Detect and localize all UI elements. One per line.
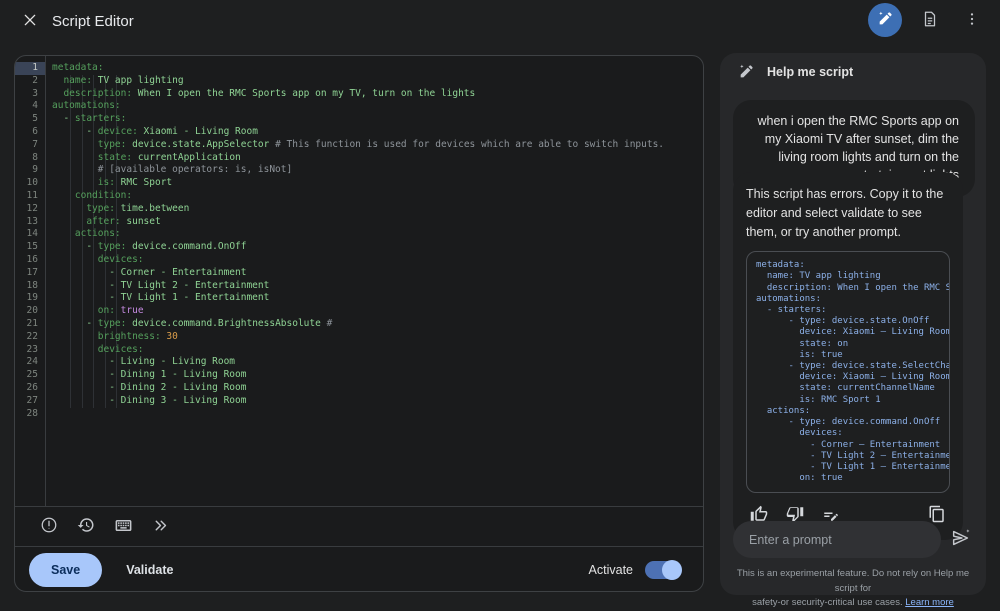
editor-line: 25 - Dining 1 - Living Room — [15, 369, 703, 382]
document-button[interactable] — [916, 6, 944, 34]
editor-line: 20 on: true — [15, 305, 703, 318]
editor-line: 2 name: TV app lighting — [15, 75, 703, 88]
editor-panel: 1metadata:2 name: TV app lighting3 descr… — [14, 55, 704, 592]
help-me-script-panel: Help me script when i open the RMC Sport… — [720, 53, 986, 595]
prompt-input[interactable] — [733, 521, 941, 558]
learn-more-link[interactable]: Learn more — [905, 597, 954, 608]
overflow-menu-button[interactable] — [958, 6, 986, 34]
editor-line: 16 devices: — [15, 254, 703, 267]
editor-line: 28 — [15, 408, 703, 421]
editor-line: 11 condition: — [15, 190, 703, 203]
history-button[interactable] — [74, 515, 98, 539]
editor-line: 4automations: — [15, 100, 703, 113]
validate-button[interactable]: Validate — [126, 563, 173, 577]
save-button[interactable]: Save — [29, 553, 102, 587]
editor-line: 6 - device: Xiaomi - Living Room — [15, 126, 703, 139]
editor-line: 27 - Dining 3 - Living Room — [15, 395, 703, 408]
activate-toggle[interactable] — [645, 561, 681, 579]
experimental-disclaimer: This is an experimental feature. Do not … — [728, 567, 978, 611]
editor-line: 18 - TV Light 2 - Entertainment — [15, 280, 703, 293]
problems-button[interactable] — [37, 515, 61, 539]
editor-footer: Save Validate Activate — [15, 546, 703, 592]
assistant-response-text: This script has errors. Copy it to the e… — [746, 185, 950, 241]
code-editor[interactable]: 1metadata:2 name: TV app lighting3 descr… — [15, 56, 703, 506]
editor-line: 23 devices: — [15, 344, 703, 357]
editor-line: 13 after: sunset — [15, 216, 703, 229]
close-button[interactable] — [18, 9, 42, 33]
editor-line: 24 - Living - Living Room — [15, 356, 703, 369]
assistant-header: Help me script — [737, 63, 853, 81]
assistant-title: Help me script — [767, 65, 853, 79]
editor-line: 3 description: When I open the RMC Sport… — [15, 88, 703, 101]
editor-line: 7 type: device.state.AppSelector # This … — [15, 139, 703, 152]
close-icon — [22, 12, 38, 31]
generated-script-code-block: metadata: name: TV app lighting descript… — [746, 251, 950, 493]
editor-line: 21 - type: device.command.BrightnessAbso… — [15, 318, 703, 331]
info-icon — [40, 516, 58, 537]
pen-spark-icon — [737, 63, 755, 81]
keyboard-icon — [114, 516, 133, 538]
keyboard-button[interactable] — [111, 515, 135, 539]
editor-line: 15 - type: device.command.OnOff — [15, 241, 703, 254]
topbar: Script Editor — [0, 0, 1000, 42]
editor-line: 14 actions: — [15, 228, 703, 241]
assistant-response-bubble: This script has errors. Copy it to the e… — [733, 172, 963, 540]
document-icon — [921, 10, 939, 31]
send-spark-icon — [950, 527, 972, 552]
editor-line: 9 # [available operators: is, isNot] — [15, 164, 703, 177]
activate-label: Activate — [589, 563, 633, 577]
editor-toolbar — [15, 506, 703, 546]
editor-line: 5 - starters: — [15, 113, 703, 126]
editor-line: 12 type: time.between — [15, 203, 703, 216]
editor-line: 19 - TV Light 1 - Entertainment — [15, 292, 703, 305]
pen-spark-icon — [876, 10, 894, 31]
page-title: Script Editor — [52, 13, 134, 30]
topbar-actions — [868, 3, 986, 37]
kebab-menu-icon — [964, 11, 980, 30]
editor-line: 26 - Dining 2 - Living Room — [15, 382, 703, 395]
help-me-script-button[interactable] — [868, 3, 902, 37]
editor-line: 17 - Corner - Entertainment — [15, 267, 703, 280]
history-icon — [77, 516, 95, 537]
toggle-knob — [662, 560, 682, 580]
send-prompt-button[interactable] — [949, 528, 973, 552]
expand-toolbar-button[interactable] — [148, 515, 172, 539]
prompt-row — [733, 521, 973, 558]
editor-line: 22 brightness: 30 — [15, 331, 703, 344]
editor-line: 1metadata: — [15, 62, 703, 75]
double-chevron-right-icon — [152, 517, 169, 537]
editor-line: 8 state: currentApplication — [15, 152, 703, 165]
editor-line: 10 is: RMC Sport — [15, 177, 703, 190]
